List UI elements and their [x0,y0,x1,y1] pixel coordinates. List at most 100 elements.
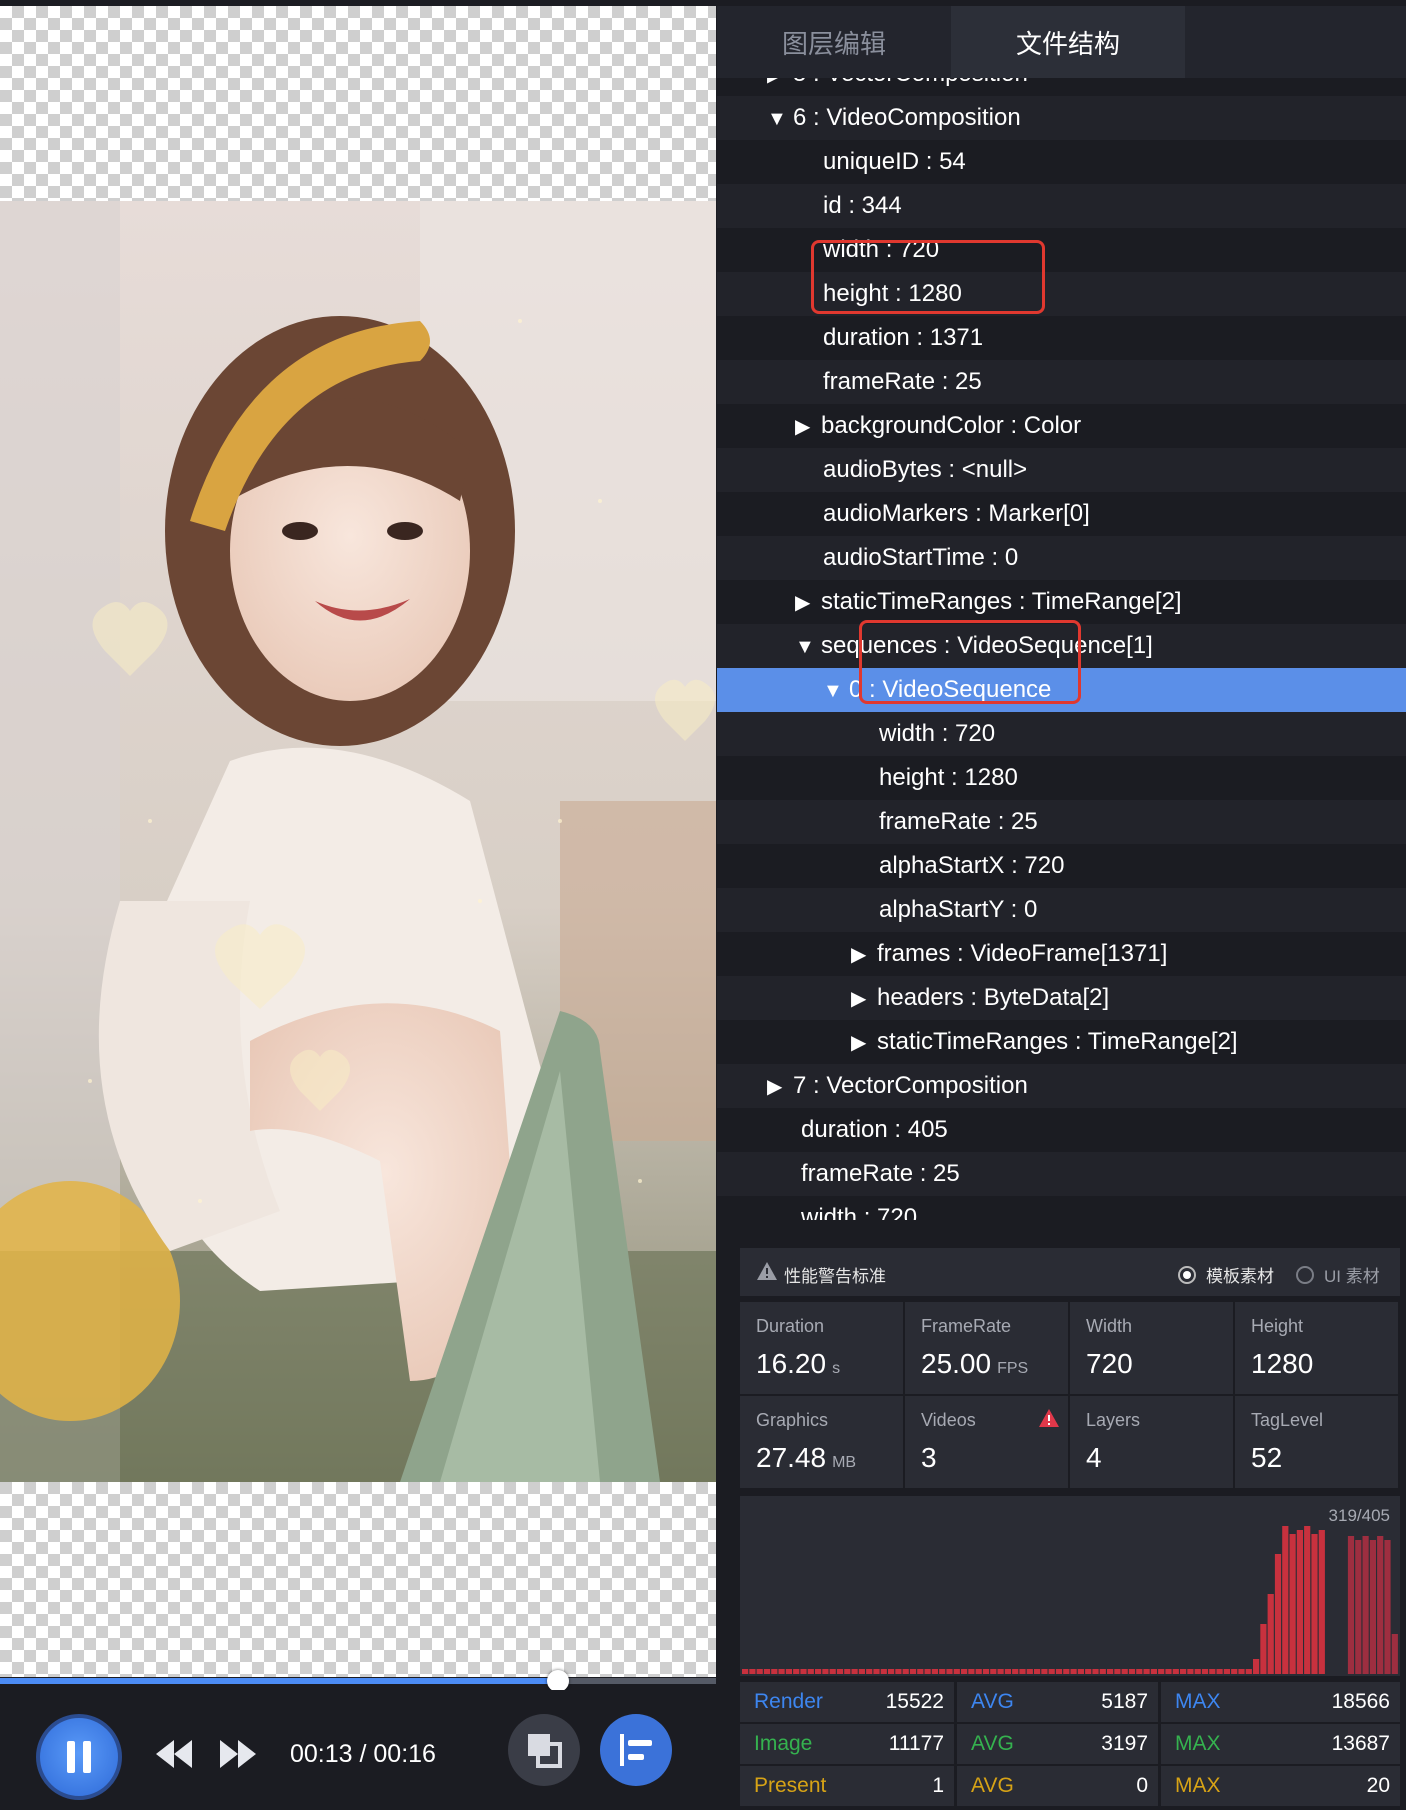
histogram-bar [822,1669,829,1674]
warning-triangle-icon [757,1262,777,1280]
collapsed-caret-icon[interactable]: ▶ [851,933,877,977]
expanded-caret-icon[interactable]: ▼ [767,97,793,141]
tree-row[interactable]: ▼ 6 : VideoComposition [717,96,1406,140]
tab-layer-edit[interactable]: 图层编辑 [717,6,951,78]
tree-row[interactable]: ▶ backgroundColor : Color [717,404,1406,448]
tree-row[interactable]: duration : 405 [717,1108,1406,1152]
collapsed-caret-icon[interactable]: ▶ [795,581,821,625]
tree-row-label: staticTimeRanges : TimeRange[2] [877,1028,1238,1055]
histogram-bar [1391,1634,1398,1674]
histogram-bar [829,1669,836,1674]
metric-value: 25.00 FPS [921,1348,1029,1379]
align-panel-button[interactable] [600,1714,672,1786]
stat-value: 15522 [885,1690,944,1713]
stat-label: Image [754,1732,813,1755]
tree-row-label: 6 : VideoComposition [793,104,1021,131]
playback-controls: 00:13 / 00:16 [0,1690,716,1810]
collapsed-caret-icon[interactable]: ▶ [767,1065,793,1109]
tree-row[interactable]: audioStartTime : 0 [717,536,1406,580]
histogram-bar [1201,1669,1209,1674]
collapsed-caret-icon[interactable]: ▶ [767,78,793,97]
histogram-bar [1384,1540,1391,1674]
tree-row[interactable]: height : 1280 [717,756,1406,800]
histogram-bar [1085,1669,1092,1674]
preview-panel: 00:13 / 00:16 [0,0,716,1810]
highlight-box-sequence-size [859,620,1081,704]
histogram-bar [1231,1669,1238,1674]
histogram-bar [742,1669,749,1674]
tree-row[interactable]: frameRate : 25 [717,360,1406,404]
tree-row[interactable]: width : 720 [717,712,1406,756]
progress-bar[interactable] [0,1670,716,1692]
histogram-bar [1377,1536,1384,1674]
tree-row[interactable]: uniqueID : 54 [717,140,1406,184]
histogram-bar [763,1669,771,1674]
tree-row[interactable]: alphaStartX : 720 [717,844,1406,888]
histogram-bar [1267,1594,1274,1674]
histogram-bar [939,1669,946,1674]
histogram-bar [1034,1669,1041,1674]
fast-forward-icon[interactable] [216,1734,260,1774]
tree-row[interactable]: frameRate : 25 [717,1152,1406,1196]
stat-label: MAX [1175,1690,1221,1713]
expanded-caret-icon[interactable]: ▼ [823,669,849,713]
metric-layers: Layers 4 [1070,1396,1233,1488]
collapsed-caret-icon[interactable]: ▶ [851,1021,877,1065]
stat-cell: MAX 18566 [1161,1682,1400,1722]
collapsed-caret-icon[interactable]: ▶ [795,405,821,449]
metric-unit: s [832,1360,841,1377]
radio-ui-material[interactable]: UI 素材 [1296,1262,1380,1287]
tree-row[interactable]: id : 344 [717,184,1406,228]
tree-row[interactable]: frameRate : 25 [717,800,1406,844]
tree-row[interactable]: audioBytes : <null> [717,448,1406,492]
histogram-chart [742,1526,1398,1674]
histogram-bar [1107,1669,1114,1674]
histogram-bar [888,1669,895,1674]
histogram-bar [1180,1669,1187,1674]
align-left-icon [620,1734,652,1766]
metric-label: FrameRate [921,1316,1012,1336]
histogram-bar [749,1669,756,1674]
histogram-bar [968,1669,975,1674]
tab-file-structure[interactable]: 文件结构 [951,6,1185,78]
histogram-bar [1369,1540,1376,1674]
stat-value: 18566 [1331,1690,1390,1713]
progress-handle[interactable] [547,1670,570,1692]
time-display: 00:13 / 00:16 [290,1740,436,1768]
histogram-bar [1318,1530,1325,1674]
tree-row[interactable]: alphaStartY : 0 [717,888,1406,932]
pause-button[interactable] [36,1714,122,1800]
radio-template-material[interactable]: 模板素材 [1178,1262,1274,1287]
tree-row[interactable]: width : 720 [717,1196,1406,1220]
tree-row[interactable]: ▶ staticTimeRanges : TimeRange[2] [717,1020,1406,1064]
histogram-bar [1274,1554,1282,1674]
tree-row-label: id : 344 [823,192,902,219]
histogram-bar [1012,1669,1019,1674]
stat-cell: Image 11177 [740,1724,954,1764]
alert-icon[interactable] [1038,1408,1060,1428]
stat-cell: Render 15522 [740,1682,954,1722]
histogram-bar [902,1669,909,1674]
histogram-bar [1304,1526,1311,1674]
tree-row[interactable]: ▶ staticTimeRanges : TimeRange[2] [717,580,1406,624]
histogram-bar [785,1669,792,1674]
file-structure-tree: ▶5 : VectorComposition▼6 : VideoComposit… [717,78,1406,1220]
histogram-bar [975,1669,982,1674]
tree-row[interactable]: ▶ headers : ByteData[2] [717,976,1406,1020]
expanded-caret-icon[interactable]: ▼ [795,625,821,669]
histogram-bar [1296,1530,1303,1674]
tree-row[interactable]: audioMarkers : Marker[0] [717,492,1406,536]
metric-videos: Videos 3 [905,1396,1068,1488]
pause-icon [83,1741,91,1773]
tree-row[interactable]: duration : 1371 [717,316,1406,360]
histogram-bar [1216,1669,1223,1674]
tree-row[interactable]: ▶5 : VectorComposition [717,78,1406,96]
histogram-bar [1238,1669,1245,1674]
histogram-bar [924,1669,931,1674]
metric-duration: Duration 16.20 s [740,1302,903,1394]
tree-row[interactable]: ▶ 7 : VectorComposition [717,1064,1406,1108]
collapsed-caret-icon[interactable]: ▶ [851,977,877,1021]
tree-row[interactable]: ▶ frames : VideoFrame[1371] [717,932,1406,976]
rewind-icon[interactable] [152,1734,196,1774]
background-toggle-button[interactable] [508,1714,580,1786]
